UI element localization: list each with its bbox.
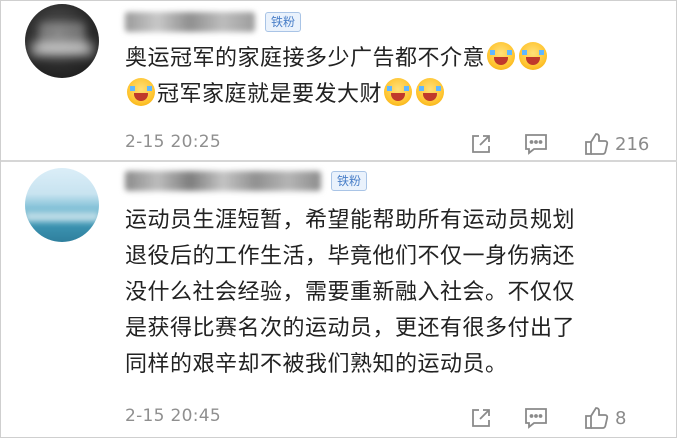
author-row: 铁粉 — [125, 168, 368, 194]
laughing-tears-emoji-icon — [487, 42, 516, 70]
comment-item: 铁粉 运动员生涯短暂，希望能帮助所有运动员规划 退役后的工作生活，毕竟他们不仅一… — [1, 161, 677, 439]
fan-badge: 铁粉 — [265, 12, 302, 32]
comment-line: 奥运冠军的家庭接多少广告都不介意 — [125, 46, 486, 71]
comment-line: 没什么社会经验，需要重新融入社会。不仅仅 — [125, 280, 576, 305]
comment-line: 退役后的工作生活，毕竟他们不仅一身伤病还 — [125, 244, 576, 269]
thumbs-up-icon — [585, 407, 609, 429]
author-name-blurred[interactable] — [125, 171, 321, 191]
comment-line: 是获得比赛名次的运动员，更还有很多付出了 — [125, 316, 576, 341]
share-icon — [472, 409, 490, 427]
author-name-blurred[interactable] — [125, 12, 255, 32]
avatar[interactable] — [25, 4, 99, 78]
laughing-tears-emoji-icon — [127, 78, 155, 106]
comment-line: 同样的艰辛却不被我们熟知的运动员。 — [125, 352, 508, 377]
comment-icon — [525, 408, 547, 429]
like-count: 8 — [615, 407, 627, 429]
reply-button[interactable] — [523, 404, 549, 432]
comment-meta: 2-15 20:25 216 — [125, 130, 665, 158]
thumbs-up-icon — [585, 133, 609, 155]
share-button[interactable] — [469, 130, 493, 158]
comment-item: 铁粉 奥运冠军的家庭接多少广告都不介意 冠军家庭就是要发大财 2-15 20:2… — [1, 1, 677, 161]
comment-text: 奥运冠军的家庭接多少广告都不介意 冠军家庭就是要发大财 — [125, 41, 655, 113]
like-button[interactable]: 8 — [583, 404, 626, 432]
like-button[interactable]: 216 — [583, 130, 649, 158]
comment-icon — [525, 134, 547, 155]
timestamp: 2-15 20:45 — [125, 406, 221, 426]
comment-meta: 2-15 20:45 8 — [125, 404, 665, 432]
timestamp: 2-15 20:25 — [125, 132, 221, 152]
share-icon — [472, 135, 490, 153]
reply-button[interactable] — [523, 130, 549, 158]
avatar[interactable] — [25, 168, 99, 242]
laughing-tears-emoji-icon — [416, 78, 445, 106]
laughing-tears-emoji-icon — [519, 42, 548, 70]
comment-text: 运动员生涯短暂，希望能帮助所有运动员规划 退役后的工作生活，毕竟他们不仅一身伤病… — [125, 203, 655, 383]
author-row: 铁粉 — [125, 9, 302, 35]
comment-list: 铁粉 奥运冠军的家庭接多少广告都不介意 冠军家庭就是要发大财 2-15 20:2… — [0, 0, 677, 438]
comment-line: 冠军家庭就是要发大财 — [157, 82, 383, 107]
fan-badge: 铁粉 — [331, 171, 368, 191]
like-count: 216 — [615, 133, 650, 155]
laughing-tears-emoji-icon — [384, 78, 413, 106]
comment-line: 运动员生涯短暂，希望能帮助所有运动员规划 — [125, 208, 576, 233]
share-button[interactable] — [469, 404, 493, 432]
